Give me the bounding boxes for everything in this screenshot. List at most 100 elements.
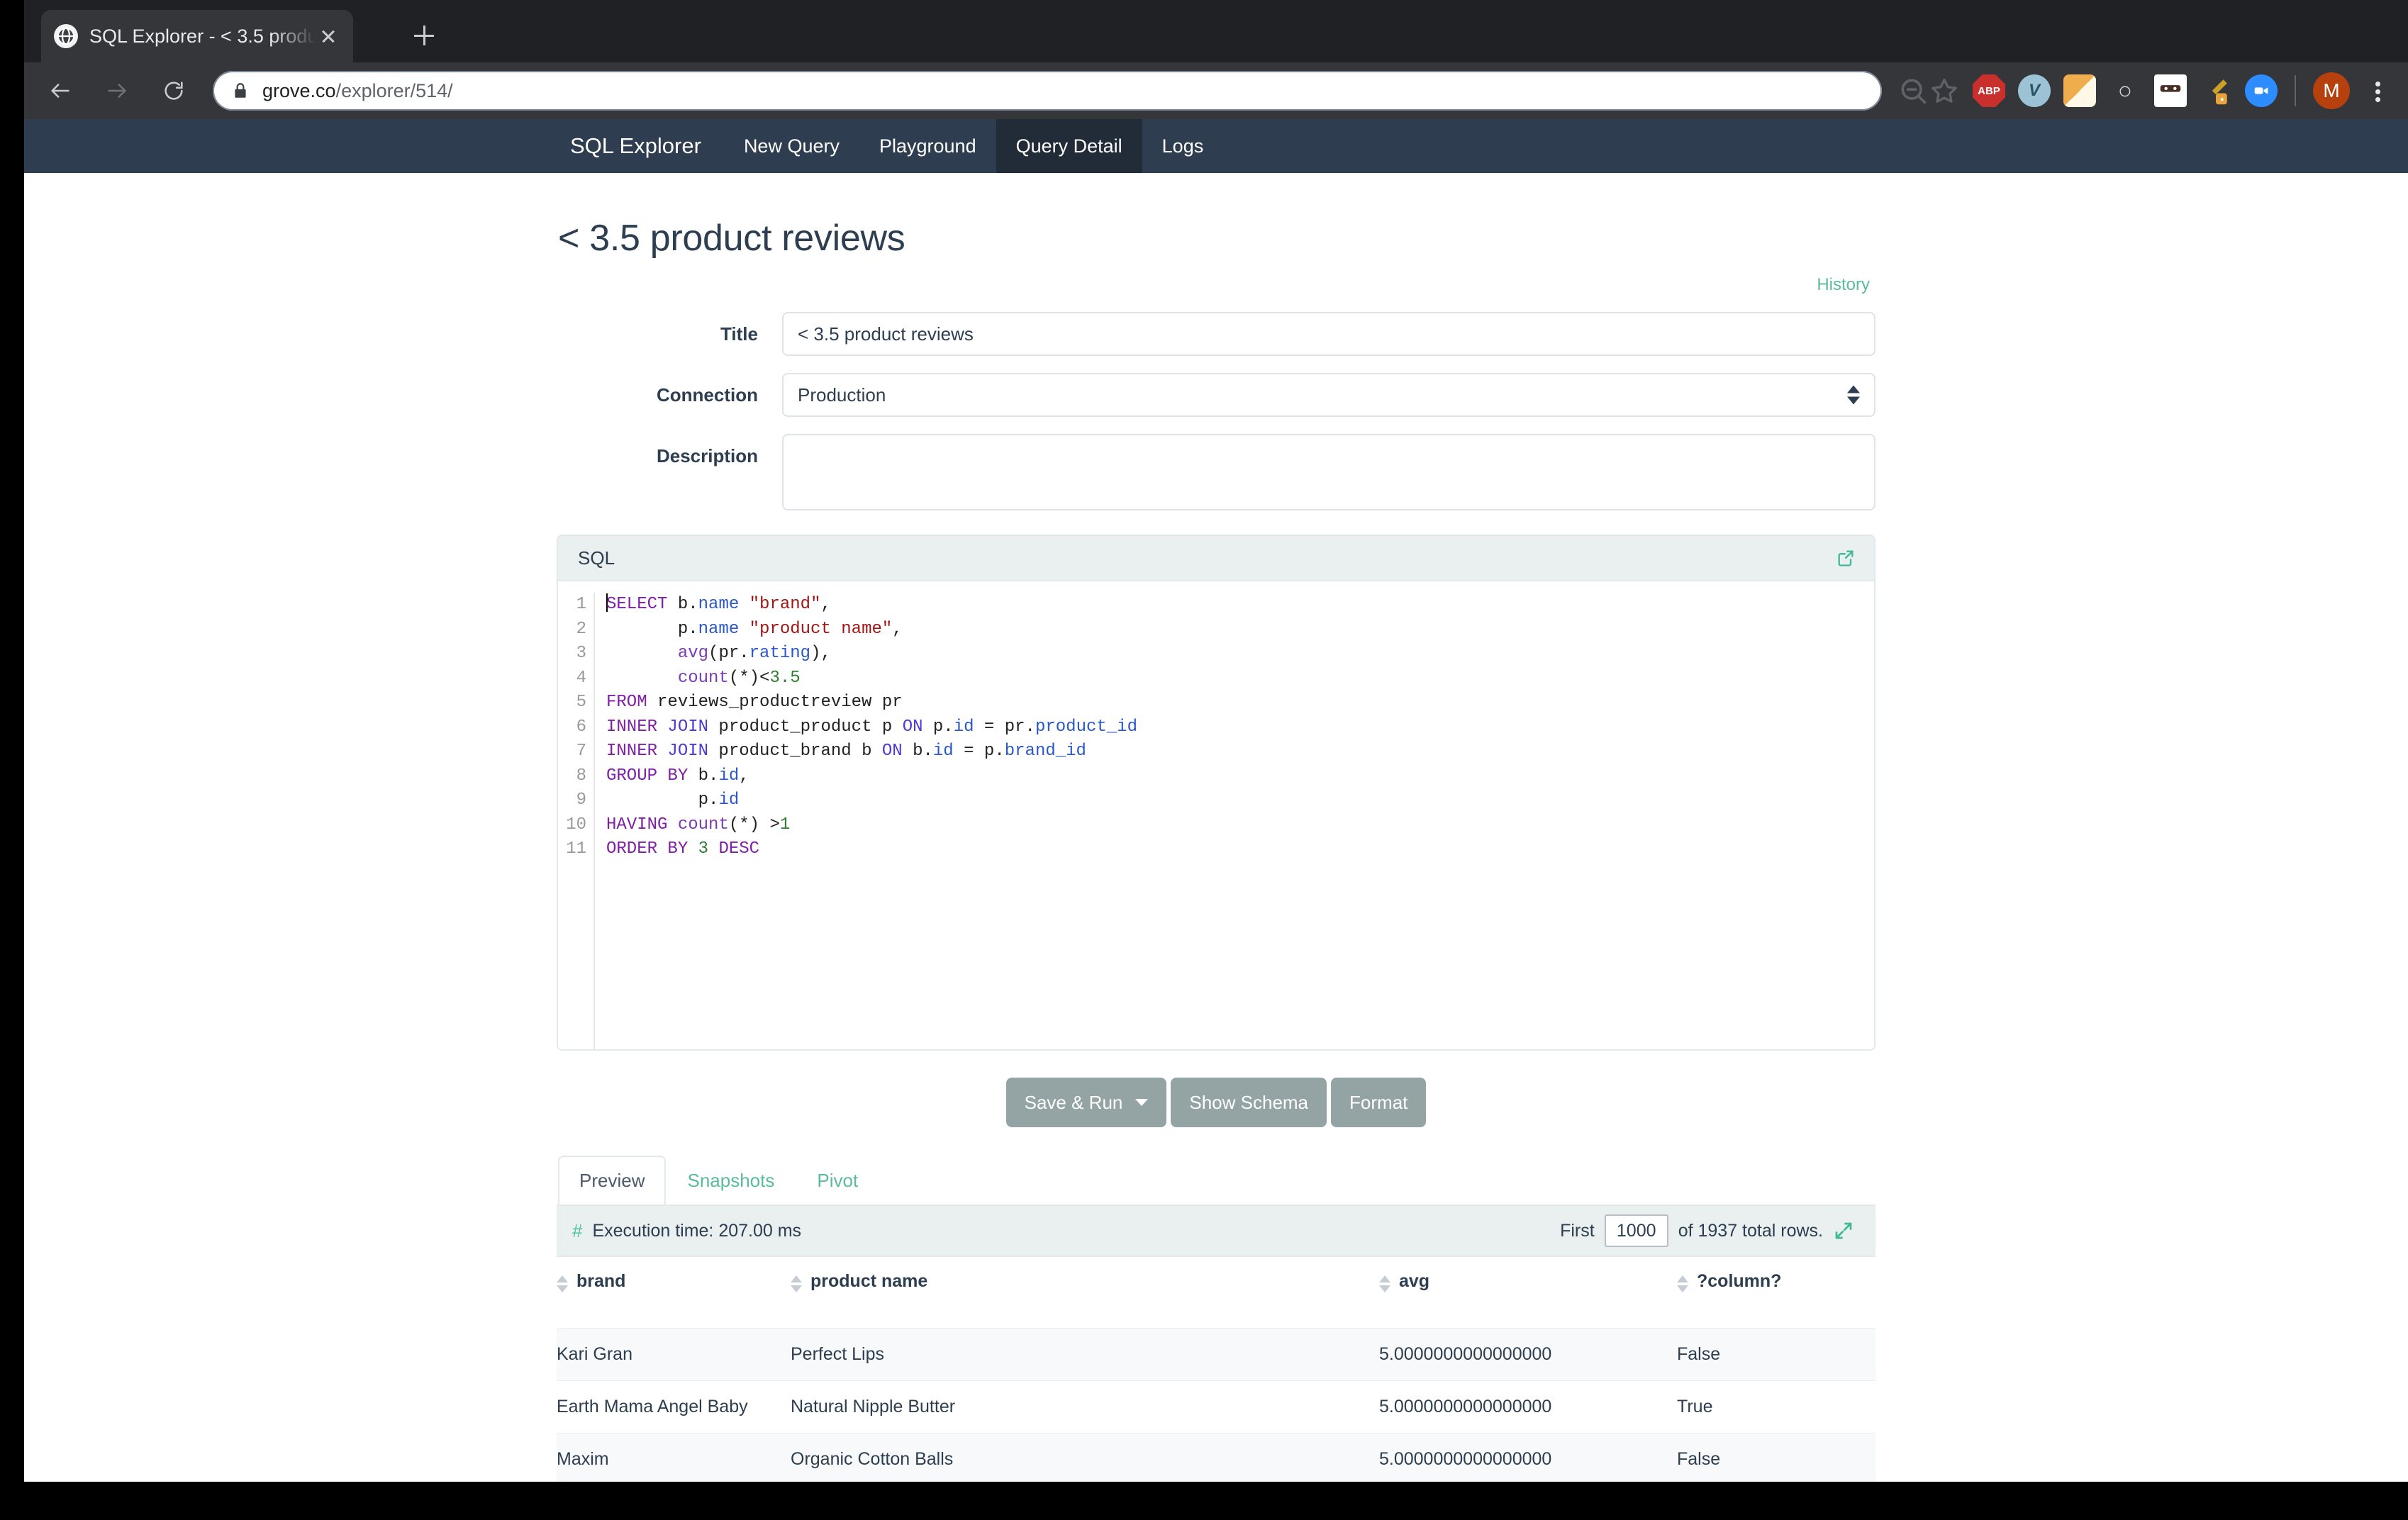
nav-item-logs[interactable]: Logs: [1142, 119, 1224, 173]
sql-panel-header: SQL: [558, 536, 1874, 581]
lock-icon: [231, 82, 250, 100]
kebab-menu-icon[interactable]: [2361, 74, 2394, 107]
adblock-plus-extension-icon[interactable]: ABP: [1973, 74, 2005, 107]
table-header-row: brand product name avg: [557, 1257, 1875, 1329]
cell-brand: Kari Gran: [557, 1329, 791, 1381]
execution-time-label: Execution time: 207.00 ms: [592, 1221, 801, 1241]
url-path: /explorer/514/: [336, 80, 453, 101]
app-navbar: SQL Explorer New Query Playground Query …: [24, 119, 2408, 173]
nav-item-new-query[interactable]: New Query: [724, 119, 859, 173]
column-header-avg-label: avg: [1399, 1271, 1429, 1292]
forward-arrow-icon[interactable]: [96, 70, 138, 111]
zoom-out-icon[interactable]: [1897, 75, 1929, 106]
browser-window: SQL Explorer - < 3.5 product reviews gro…: [24, 0, 2408, 1482]
table-row: Earth Mama Angel Baby Natural Nipple But…: [557, 1381, 1875, 1434]
browser-toolbar: grove.co/explorer/514/ ABP V ○ M: [24, 62, 2408, 119]
toolbar-divider: [2295, 75, 2296, 106]
browser-tab[interactable]: SQL Explorer - < 3.5 product reviews: [41, 10, 353, 62]
sort-icon[interactable]: [791, 1271, 802, 1292]
browser-extensions-area: ABP V ○ M: [1897, 72, 2408, 109]
cell-product-name: Natural Nipple Butter: [791, 1381, 1379, 1434]
external-link-icon[interactable]: [1836, 548, 1856, 568]
address-bar[interactable]: grove.co/explorer/514/: [213, 71, 1882, 111]
sql-editor[interactable]: 1234567891011 SELECT b.name "brand", p.n…: [558, 581, 1874, 1049]
sql-panel: SQL 1234567891011 SELECT b.name "brand",…: [557, 535, 1875, 1051]
mouse-cursor: [1580, 1481, 1604, 1482]
column-header-brand[interactable]: brand: [557, 1257, 791, 1329]
tab-snapshots[interactable]: Snapshots: [666, 1156, 796, 1205]
globe-icon: [54, 24, 78, 48]
cell-avg: 5.0000000000000000: [1379, 1329, 1677, 1381]
tab-pivot[interactable]: Pivot: [796, 1156, 879, 1205]
cell-brand: Maxim: [557, 1434, 791, 1482]
connection-select[interactable]: [782, 373, 1875, 417]
rows-total-label: of 1937 total rows.: [1678, 1221, 1823, 1241]
star-icon[interactable]: [1929, 75, 1960, 106]
form-group-connection: Connection: [557, 373, 1875, 417]
form-group-title: Title: [557, 312, 1875, 356]
browser-tab-title: SQL Explorer - < 3.5 product reviews: [89, 26, 316, 48]
screen-frame: SQL Explorer - < 3.5 product reviews gro…: [0, 0, 2408, 1520]
cell-brand: Earth Mama Angel Baby: [557, 1381, 791, 1434]
rows-info: First of 1937 total rows.: [1560, 1214, 1854, 1247]
close-icon[interactable]: [316, 24, 340, 48]
title-input[interactable]: [782, 312, 1875, 356]
column-header-product-name-label: product name: [810, 1271, 927, 1292]
sort-icon[interactable]: [1677, 1271, 1688, 1292]
url-domain: grove.co: [262, 80, 336, 101]
save-and-run-label: Save & Run: [1025, 1092, 1123, 1114]
sql-code[interactable]: SELECT b.name "brand", p.name "product n…: [595, 593, 1874, 1049]
description-textarea[interactable]: [782, 434, 1875, 510]
results-table: brand product name avg: [557, 1257, 1875, 1482]
column-header-question-column[interactable]: ?column?: [1677, 1257, 1875, 1329]
vimium-extension-icon[interactable]: V: [2018, 74, 2051, 107]
cell-product-name: Perfect Lips: [791, 1329, 1379, 1381]
notes-extension-icon[interactable]: [2063, 74, 2096, 107]
save-and-run-button[interactable]: Save & Run: [1006, 1078, 1167, 1127]
sql-line-numbers: 1234567891011: [558, 593, 595, 1049]
zoom-meeting-extension-icon[interactable]: [2245, 74, 2278, 107]
results-table-body: Kari Gran Perfect Lips 5.000000000000000…: [557, 1329, 1875, 1482]
table-row: Maxim Organic Cotton Balls 5.00000000000…: [557, 1434, 1875, 1482]
format-button[interactable]: Format: [1331, 1078, 1426, 1127]
result-tabs: Preview Snapshots Pivot: [557, 1156, 1875, 1205]
history-link[interactable]: History: [1817, 275, 1870, 294]
results-table-head: brand product name avg: [557, 1257, 1875, 1329]
back-arrow-icon[interactable]: [40, 70, 81, 111]
results-status-bar: # Execution time: 207.00 ms First of 193…: [557, 1206, 1875, 1257]
title-label: Title: [557, 312, 782, 345]
cell-avg: 5.0000000000000000: [1379, 1381, 1677, 1434]
show-schema-button[interactable]: Show Schema: [1171, 1078, 1327, 1127]
results-panel: # Execution time: 207.00 ms First of 193…: [557, 1205, 1875, 1482]
history-row: History: [557, 275, 1875, 295]
cell-question-column: True: [1677, 1381, 1875, 1434]
nav-item-playground[interactable]: Playground: [859, 119, 996, 173]
app-brand[interactable]: SQL Explorer: [549, 119, 724, 173]
table-row: Kari Gran Perfect Lips 5.000000000000000…: [557, 1329, 1875, 1381]
rows-limit-input[interactable]: [1605, 1214, 1668, 1247]
sql-panel-title: SQL: [578, 547, 615, 569]
column-header-avg[interactable]: avg: [1379, 1257, 1677, 1329]
hash-icon: #: [572, 1220, 582, 1242]
nav-item-query-detail[interactable]: Query Detail: [996, 119, 1142, 173]
cell-question-column: False: [1677, 1434, 1875, 1482]
reload-icon[interactable]: [153, 70, 194, 111]
new-tab-button[interactable]: [407, 18, 441, 52]
browser-tab-strip: SQL Explorer - < 3.5 product reviews: [24, 0, 2408, 62]
incognito-extension-icon[interactable]: [2154, 74, 2187, 107]
caret-down-icon[interactable]: [1135, 1099, 1148, 1106]
execution-time: # Execution time: 207.00 ms: [572, 1220, 801, 1242]
cell-question-column: False: [1677, 1329, 1875, 1381]
expand-icon[interactable]: [1833, 1220, 1854, 1241]
column-header-question-column-label: ?column?: [1697, 1271, 1781, 1292]
colorpicker-extension-icon[interactable]: [2200, 74, 2232, 107]
profile-avatar[interactable]: M: [2313, 72, 2350, 109]
tab-preview[interactable]: Preview: [558, 1156, 666, 1205]
sort-icon[interactable]: [1379, 1271, 1390, 1292]
office-extension-icon[interactable]: ○: [2109, 74, 2141, 107]
cell-avg: 5.0000000000000000: [1379, 1434, 1677, 1482]
address-bar-url: grove.co/explorer/514/: [262, 80, 453, 102]
column-header-product-name[interactable]: product name: [791, 1257, 1379, 1329]
column-header-brand-label: brand: [576, 1271, 625, 1292]
sort-icon[interactable]: [557, 1271, 568, 1292]
